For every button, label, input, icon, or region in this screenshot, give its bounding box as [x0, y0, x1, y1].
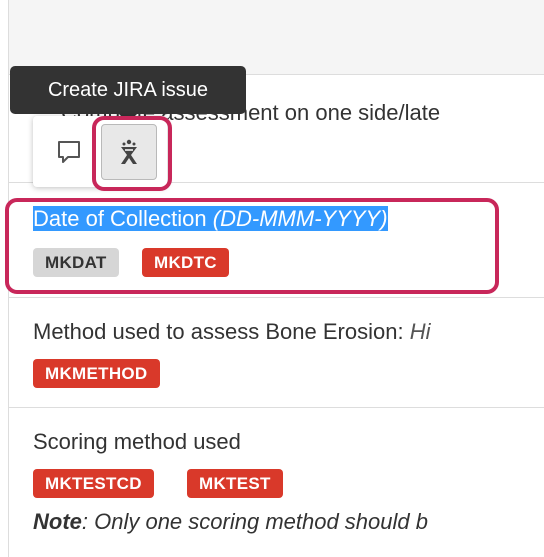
highlight-jira-button [92, 116, 172, 191]
row-title: Method used to assess Bone Erosion: Hi [33, 319, 431, 344]
comment-button[interactable] [41, 124, 97, 180]
list-item[interactable]: Method used to assess Bone Erosion: Hi M… [8, 297, 544, 408]
note-text: Note: Only one scoring method should b [33, 509, 428, 534]
tooltip: Create JIRA issue [10, 66, 246, 114]
badge-mkmethod[interactable]: MKMETHOD [33, 359, 160, 388]
list-item[interactable]: Scoring method used MKTESTCD MKTEST Note… [8, 407, 544, 557]
row-title: Scoring method used [33, 429, 241, 454]
header-bar [8, 0, 544, 75]
badge-mktest[interactable]: MKTEST [187, 469, 283, 498]
badge-mktestcd[interactable]: MKTESTCD [33, 469, 154, 498]
highlight-date-row [5, 198, 499, 294]
speech-bubble-icon [58, 141, 80, 163]
